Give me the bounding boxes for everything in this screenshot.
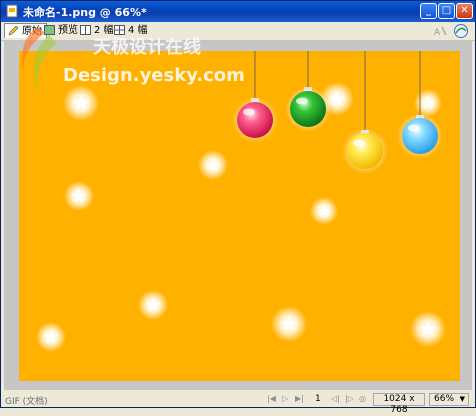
format-label: GIF (文档) <box>5 397 48 407</box>
next-frame-button[interactable]: |▷ <box>345 394 354 403</box>
watermark-line1: 天极设计在线 <box>93 36 201 58</box>
close-button[interactable]: ✕ <box>456 3 473 19</box>
quality-icon[interactable]: A <box>433 23 449 39</box>
watermark-line2: Design.yesky.com <box>63 65 245 86</box>
status-bar: GIF (文档) |◀ ▷ ▶| 1 ◁| |▷ ◎ 1024 x 768 66… <box>1 392 475 415</box>
chevron-down-icon: ▼ <box>459 395 465 403</box>
window-title: 未命名-1.png @ 66%* <box>23 6 147 19</box>
play-button[interactable]: ▷ <box>282 394 288 403</box>
maximize-button[interactable]: □ <box>438 3 455 19</box>
loop-icon[interactable]: ◎ <box>359 394 366 403</box>
app-window: 未命名-1.png @ 66%* _ □ ✕ 原始 预览 2 幅 <box>0 0 476 415</box>
watermark-logo: 天极设计在线 Design.yesky.com <box>21 27 245 93</box>
svg-text:A: A <box>434 28 441 38</box>
last-frame-button[interactable]: ▶| <box>295 394 304 403</box>
first-frame-button[interactable]: |◀ <box>267 394 276 403</box>
preview-browser-icon[interactable] <box>453 23 469 39</box>
zoom-select[interactable]: 66% ▼ <box>429 393 469 406</box>
zoom-value: 66% <box>434 394 455 404</box>
minimize-button[interactable]: _ <box>420 3 437 19</box>
document-icon <box>6 4 18 18</box>
title-bar[interactable]: 未命名-1.png @ 66%* _ □ ✕ <box>1 1 475 22</box>
prev-frame-button[interactable]: ◁| <box>331 394 340 403</box>
image-dimensions: 1024 x 768 <box>373 393 425 415</box>
frame-number: 1 <box>315 394 321 404</box>
